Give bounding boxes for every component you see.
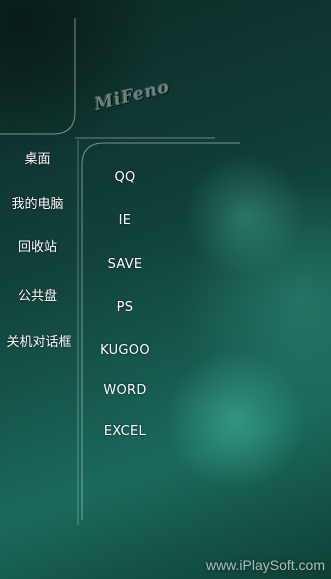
left-menu-item-recycle-bin[interactable]: 回收站: [0, 240, 75, 256]
right-menu-item-ie[interactable]: IE: [86, 213, 164, 229]
right-menu-item-excel[interactable]: EXCEL: [86, 424, 164, 440]
right-menu-item-save[interactable]: SAVE: [86, 257, 164, 273]
right-menu-item-qq[interactable]: QQ: [86, 170, 164, 186]
site-watermark: www.iPlaySoft.com: [205, 557, 325, 573]
mifeno-logo: MiFeno: [92, 76, 173, 116]
left-menu-item-public-disk[interactable]: 公共盘: [0, 289, 75, 305]
left-menu-item-my-computer[interactable]: 我的电脑: [0, 197, 75, 213]
left-menu-item-desktop[interactable]: 桌面: [0, 152, 75, 168]
left-menu-item-shutdown-dialog[interactable]: 关机对话框: [0, 335, 78, 351]
divider-curve-top: [0, 18, 76, 135]
divider-curve-bottom: [81, 142, 240, 520]
right-menu-item-ps[interactable]: PS: [86, 300, 164, 316]
right-menu-item-kugoo[interactable]: KUGOO: [86, 343, 164, 359]
right-menu-item-word[interactable]: WORD: [86, 383, 164, 399]
